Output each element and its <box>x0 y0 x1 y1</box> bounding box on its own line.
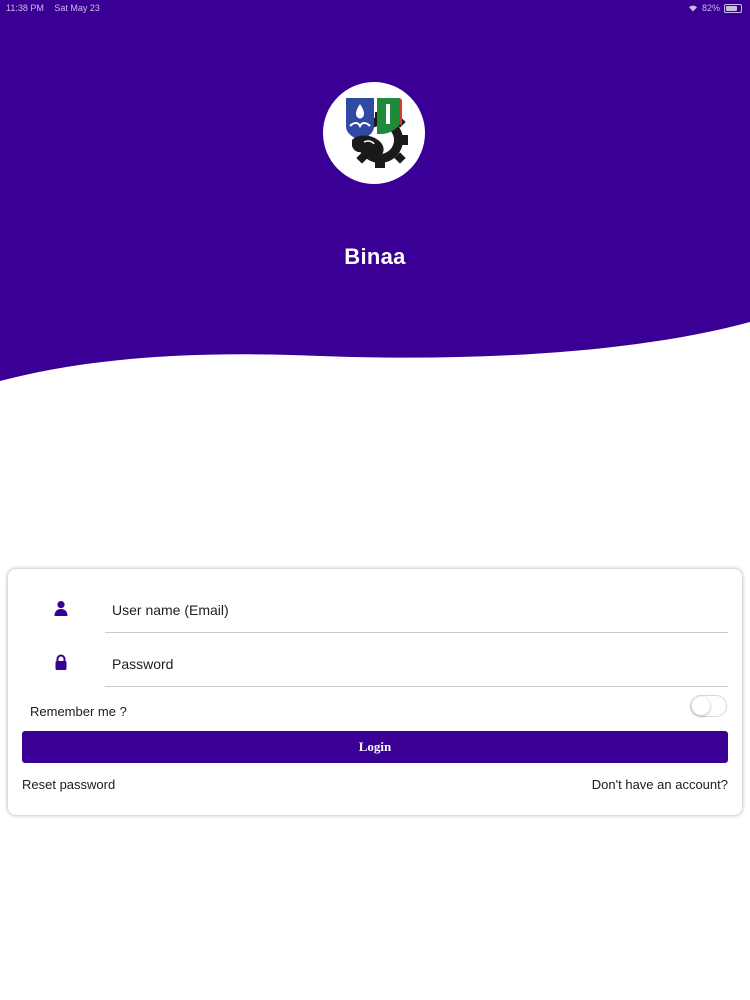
remember-me-label: Remember me ? <box>30 704 127 719</box>
lock-icon <box>55 654 67 670</box>
password-underline <box>105 686 728 687</box>
toggle-knob <box>692 697 710 715</box>
signup-link[interactable]: Don't have an account? <box>592 777 728 792</box>
app-logo <box>323 82 425 184</box>
wifi-icon <box>688 5 697 12</box>
status-time: 11:38 PM <box>6 3 44 13</box>
header-background <box>0 0 750 381</box>
status-date: Sat May 23 <box>54 3 100 13</box>
username-row <box>8 584 742 638</box>
remember-me-toggle[interactable] <box>690 695 727 717</box>
username-input[interactable] <box>105 598 742 622</box>
password-row <box>8 638 742 692</box>
status-bar: 11:38 PM Sat May 23 82% <box>0 0 750 16</box>
username-underline <box>105 632 728 633</box>
institution-emblem-icon <box>346 98 408 168</box>
password-input[interactable] <box>105 652 742 676</box>
reset-password-link[interactable]: Reset password <box>22 777 115 792</box>
login-button[interactable]: Login <box>22 731 728 763</box>
battery-percent: 82% <box>701 3 720 13</box>
user-icon <box>54 601 68 616</box>
battery-icon <box>724 3 742 13</box>
login-card: Remember me ? Login Reset password Don't… <box>8 569 742 815</box>
app-title: Binaa <box>344 244 406 269</box>
